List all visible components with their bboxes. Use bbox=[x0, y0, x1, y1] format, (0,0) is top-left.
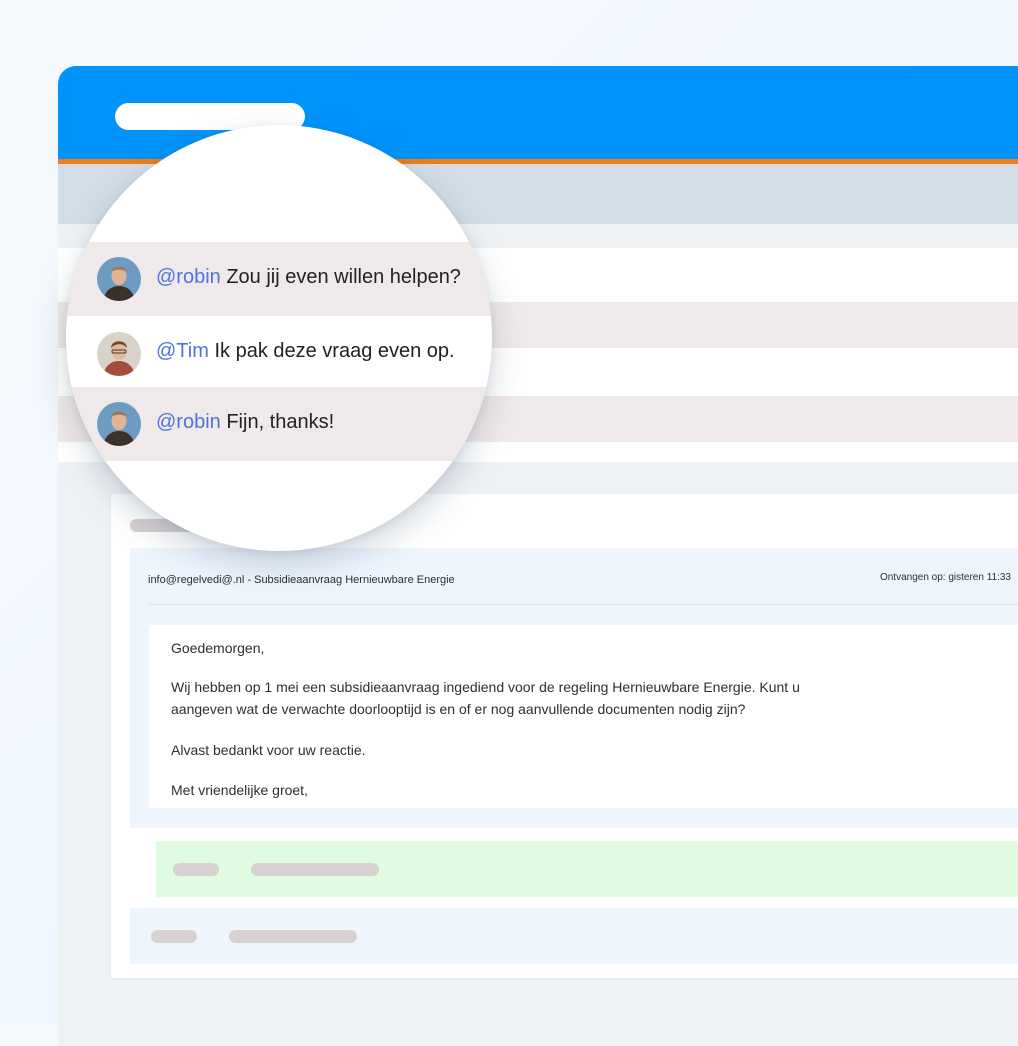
secondary-action-bar[interactable] bbox=[130, 908, 1018, 964]
email-message: info@regelvedi@.nl - Subsidieaanvraag He… bbox=[130, 548, 1018, 828]
email-body: Goedemorgen, Wij hebben op 1 mei een sub… bbox=[149, 625, 1018, 808]
user-avatar bbox=[97, 332, 141, 376]
email-body-line: Wij hebben op 1 mei een subsidieaanvraag… bbox=[171, 679, 800, 695]
email-received-time: Ontvangen op: gisteren 11:33 bbox=[879, 572, 1011, 583]
reply-action-bar[interactable] bbox=[156, 841, 1018, 897]
mention[interactable]: @Tim bbox=[156, 340, 209, 362]
email-body-line: aangeven wat de verwachte doorlooptijd i… bbox=[171, 701, 746, 717]
comment-row[interactable]: @robin Zou jij even willen helpen? bbox=[66, 242, 492, 316]
robin-avatar-icon bbox=[97, 402, 141, 446]
email-thanks: Alvast bedankt voor uw reactie. bbox=[171, 742, 366, 758]
robin-avatar-icon bbox=[97, 257, 141, 301]
action-placeholder bbox=[251, 863, 379, 876]
email-subject: info@regelvedi@.nl - Subsidieaanvraag He… bbox=[148, 574, 455, 586]
user-avatar bbox=[97, 402, 141, 446]
tim-avatar-icon bbox=[97, 332, 141, 376]
action-placeholder bbox=[229, 930, 357, 943]
mention[interactable]: @robin bbox=[156, 411, 221, 433]
email-closing: Met vriendelijke groet, bbox=[171, 782, 308, 798]
action-placeholder bbox=[151, 930, 197, 943]
comment-text: @robin Fijn, thanks! bbox=[156, 411, 335, 433]
comment-text: @Tim Ik pak deze vraag even op. bbox=[156, 340, 455, 362]
comment-row[interactable]: @robin Fijn, thanks! bbox=[66, 387, 492, 461]
email-greeting: Goedemorgen, bbox=[171, 640, 265, 656]
user-avatar bbox=[97, 257, 141, 301]
email-header: info@regelvedi@.nl - Subsidieaanvraag He… bbox=[148, 548, 1018, 605]
comment-row[interactable]: @Tim Ik pak deze vraag even op. bbox=[66, 316, 492, 387]
comments-magnifier: @robin Zou jij even willen helpen? @Tim … bbox=[66, 125, 492, 551]
comment-text: @robin Zou jij even willen helpen? bbox=[156, 266, 461, 288]
action-placeholder bbox=[173, 863, 219, 876]
mention[interactable]: @robin bbox=[156, 266, 221, 288]
